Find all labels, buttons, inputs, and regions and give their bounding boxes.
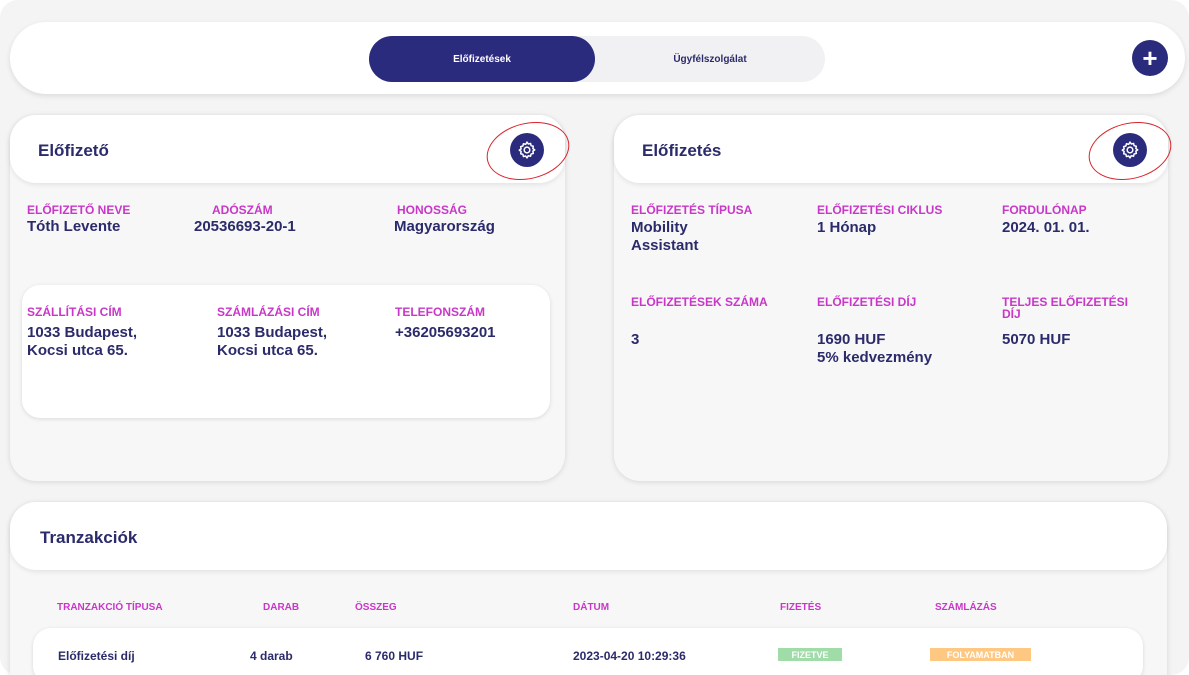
transactions-card-title: Tranzakciók xyxy=(40,528,138,547)
shipping-address-label: SZÁLLÍTÁSI CÍM xyxy=(27,305,122,319)
subscription-cycle-label: ELŐFIZETÉSI CIKLUS xyxy=(817,203,943,217)
subscription-type-value: Mobility Assistant xyxy=(631,219,699,254)
subscriber-name-value: Tóth Levente xyxy=(27,218,121,235)
subscription-card-header: Előfizetés xyxy=(614,113,1178,189)
payment-status-badge: FIZETVE xyxy=(778,648,842,661)
plus-icon: + xyxy=(1142,43,1158,73)
col-header-type: TRANZAKCIÓ TÍPUSA xyxy=(57,602,163,613)
subscription-type-label: ELŐFIZETÉS TÍPUSA xyxy=(631,203,753,217)
total-fee-value: 5070 HUF xyxy=(1002,331,1071,348)
subscription-cycle-value: 1 Hónap xyxy=(817,219,877,236)
cell-amount: 6 760 HUF xyxy=(365,649,424,663)
tax-number-label: ADÓSZÁM xyxy=(212,203,273,217)
subscriber-card-title: Előfizető xyxy=(38,141,109,160)
add-button[interactable]: + xyxy=(1132,40,1168,76)
billing-address-label: SZÁMLÁZÁSI CÍM xyxy=(217,305,320,319)
subscription-count-label: ELŐFIZETÉSEK SZÁMA xyxy=(631,295,768,309)
nationality-label: HONOSSÁG xyxy=(397,203,468,217)
total-fee-label: TELJES ELŐFIZETÉSI DÍJ xyxy=(1002,295,1129,321)
nationality-value: Magyarország xyxy=(394,218,495,235)
col-header-payment: FIZETÉS xyxy=(780,602,822,613)
col-header-count: DARAB xyxy=(263,602,300,613)
subscription-card-title: Előfizetés xyxy=(642,141,722,160)
col-header-amount: ÖSSZEG xyxy=(355,602,397,613)
tax-number-value: 20536693-20-1 xyxy=(194,218,296,235)
subscriber-card-header: Előfizető xyxy=(10,113,576,189)
cell-count: 4 darab xyxy=(250,649,293,663)
col-header-billing: SZÁMLÁZÁS xyxy=(935,602,997,613)
cell-date: 2023-04-20 10:29:36 xyxy=(573,649,686,663)
subscription-fee-label: ELŐFIZETÉSI DÍJ xyxy=(817,295,917,309)
subscription-count-value: 3 xyxy=(631,331,640,348)
tab-switcher: Előfizetések Ügyfélszolgálat xyxy=(369,36,825,82)
phone-label: TELEFONSZÁM xyxy=(395,305,485,319)
subscription-fee-value: 1690 HUF 5% kedvezmény xyxy=(817,331,933,366)
transactions-card-header: Tranzakciók xyxy=(10,502,1167,570)
cell-type: Előfizetési díj xyxy=(58,649,135,663)
billing-address-value: 1033 Budapest, Kocsi utca 65. xyxy=(217,324,328,359)
subscriber-name-label: ELŐFIZETŐ NEVE xyxy=(27,203,131,217)
billing-status-badge: FOLYAMATBAN xyxy=(930,648,1031,661)
tab-customer-service[interactable]: Ügyfélszolgálat xyxy=(595,36,825,82)
col-header-date: DÁTUM xyxy=(573,602,610,613)
phone-value: +36205693201 xyxy=(395,324,496,341)
top-navigation-bar: Előfizetések Ügyfélszolgálat + xyxy=(10,22,1185,94)
renewal-date-label: FORDULÓNAP xyxy=(1002,203,1087,217)
renewal-date-value: 2024. 01. 01. xyxy=(1002,219,1090,236)
tab-subscriptions[interactable]: Előfizetések xyxy=(369,36,595,82)
shipping-address-value: 1033 Budapest, Kocsi utca 65. xyxy=(27,324,138,359)
